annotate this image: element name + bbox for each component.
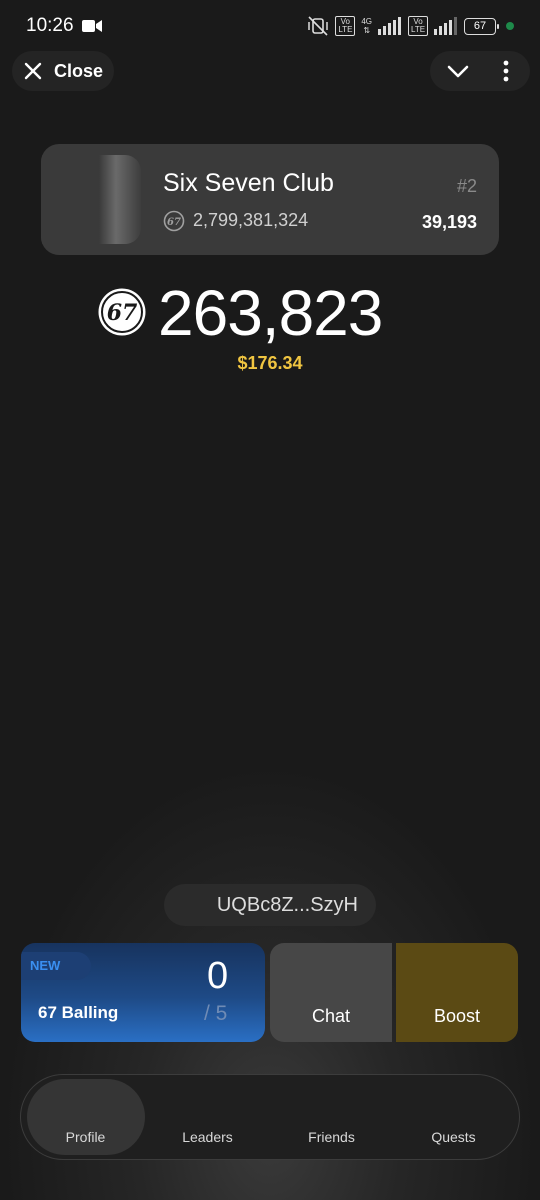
status-time: 10:26	[26, 15, 74, 36]
network-type: 4G ⇅	[361, 17, 372, 35]
chat-label: Chat	[311, 1006, 351, 1026]
signal-icon-2	[434, 17, 457, 35]
new-badge: NEW	[21, 952, 91, 980]
svg-text:67: 67	[167, 217, 181, 228]
nav-label-profile: Profile	[65, 1129, 106, 1145]
svg-text:67: 67	[107, 300, 138, 326]
close-icon	[24, 62, 42, 80]
nav-item-quests[interactable]: Quests	[391, 1075, 516, 1161]
status-icons: Vo LTE 4G ⇅ Vo LTE 67	[307, 15, 514, 37]
nav-label-friends: Friends	[308, 1129, 355, 1145]
volte-icon: Vo LTE	[335, 16, 356, 36]
nav-label-leaders: Leaders	[182, 1129, 233, 1145]
bottom-nav: Profile Leaders Friends Quests	[20, 1074, 520, 1160]
club-rank: #2	[456, 176, 477, 196]
boost-button[interactable]: Boost	[396, 943, 518, 1042]
chevron-down-icon[interactable]	[446, 60, 470, 82]
club-name: Six Seven Club	[163, 169, 334, 197]
nav-item-leaders[interactable]: Leaders	[145, 1075, 270, 1161]
battery-level: 67	[473, 19, 487, 32]
status-bar: 10:26 Vo LTE 4G ⇅ Vo LTE 67	[0, 0, 540, 52]
nav-label-quests: Quests	[431, 1129, 476, 1145]
balance-amount: 263,823	[158, 277, 383, 349]
volte-icon-2: Vo LTE	[408, 16, 428, 36]
coin-67-icon-large: 67	[98, 288, 146, 336]
signal-icon	[378, 17, 401, 35]
balling-count: 0	[207, 955, 229, 997]
balling-card[interactable]: NEW 67 Balling 0 / 5	[21, 943, 265, 1042]
wallet-address-button[interactable]: UQBc8Z...SzyH	[164, 884, 376, 926]
club-members: 39,193	[421, 212, 477, 232]
chat-button[interactable]: Chat	[270, 943, 392, 1042]
close-button[interactable]: Close	[12, 51, 114, 91]
data-arrows-icon: ⇅	[363, 26, 371, 35]
club-card[interactable]: Six Seven Club #2 67 2,799,381,324 39,19…	[41, 144, 499, 255]
close-label: Close	[54, 60, 104, 81]
video-camera-icon	[82, 20, 102, 32]
coin-67-icon: 67	[163, 210, 185, 232]
window-controls	[430, 51, 530, 91]
more-options-icon[interactable]	[496, 60, 516, 82]
battery-icon: 67	[464, 17, 499, 35]
boost-label: Boost	[433, 1006, 481, 1026]
balling-label: 67 Balling	[38, 1003, 119, 1022]
privacy-indicator	[506, 22, 514, 30]
club-total: 2,799,381,324	[193, 210, 309, 230]
vibrate-off-icon	[308, 16, 329, 36]
nav-item-friends[interactable]: Friends	[269, 1075, 394, 1161]
balance-usd: $176.34	[237, 353, 303, 373]
nav-item-profile[interactable]: Profile	[23, 1075, 148, 1161]
balling-total: / 5	[204, 1002, 228, 1025]
club-avatar	[41, 155, 141, 244]
network-label: 4G	[361, 17, 372, 26]
